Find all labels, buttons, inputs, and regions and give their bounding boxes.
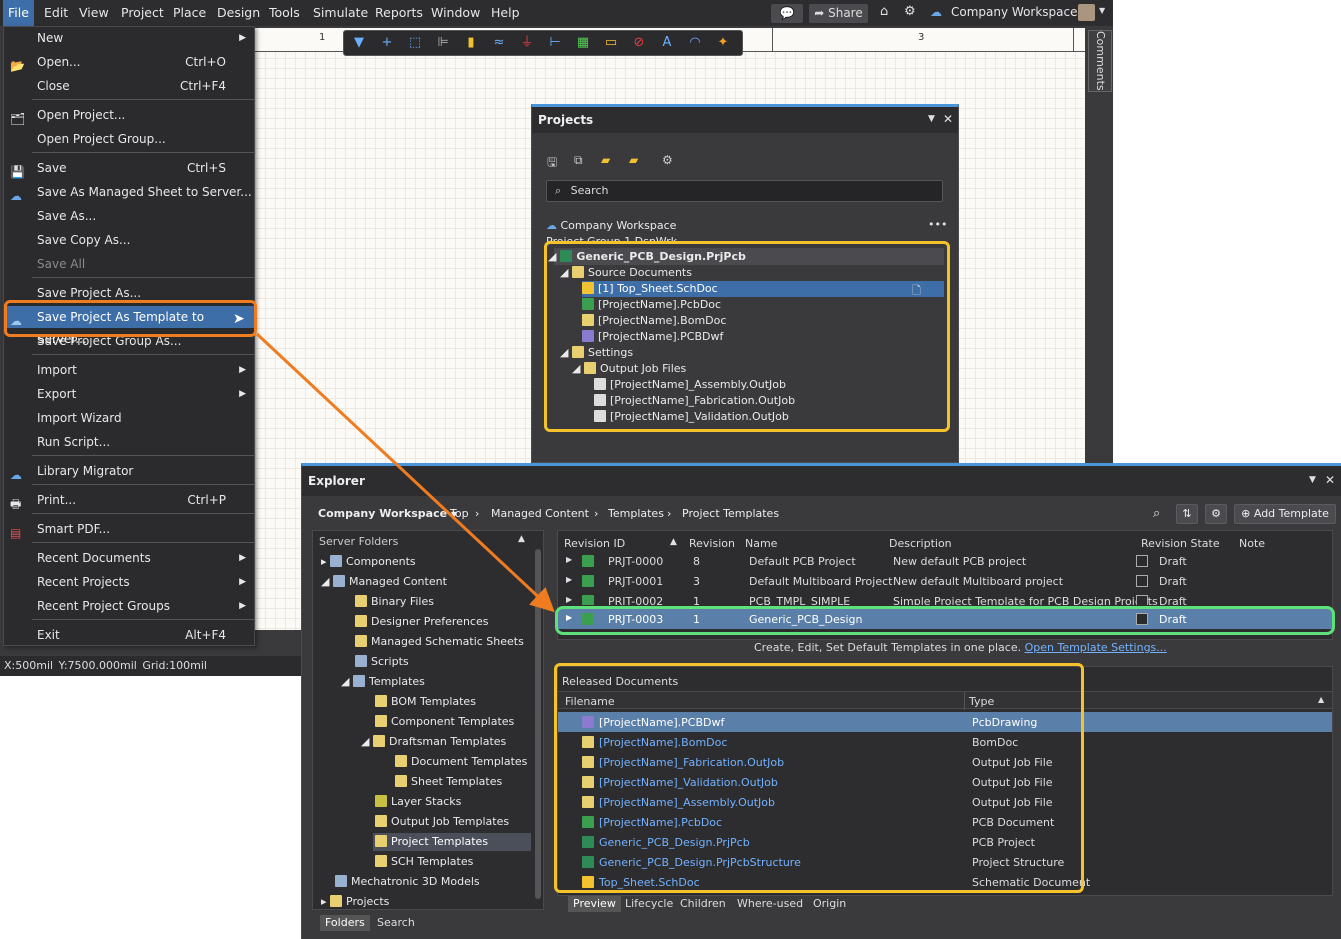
callout-arrow	[255, 332, 555, 613]
